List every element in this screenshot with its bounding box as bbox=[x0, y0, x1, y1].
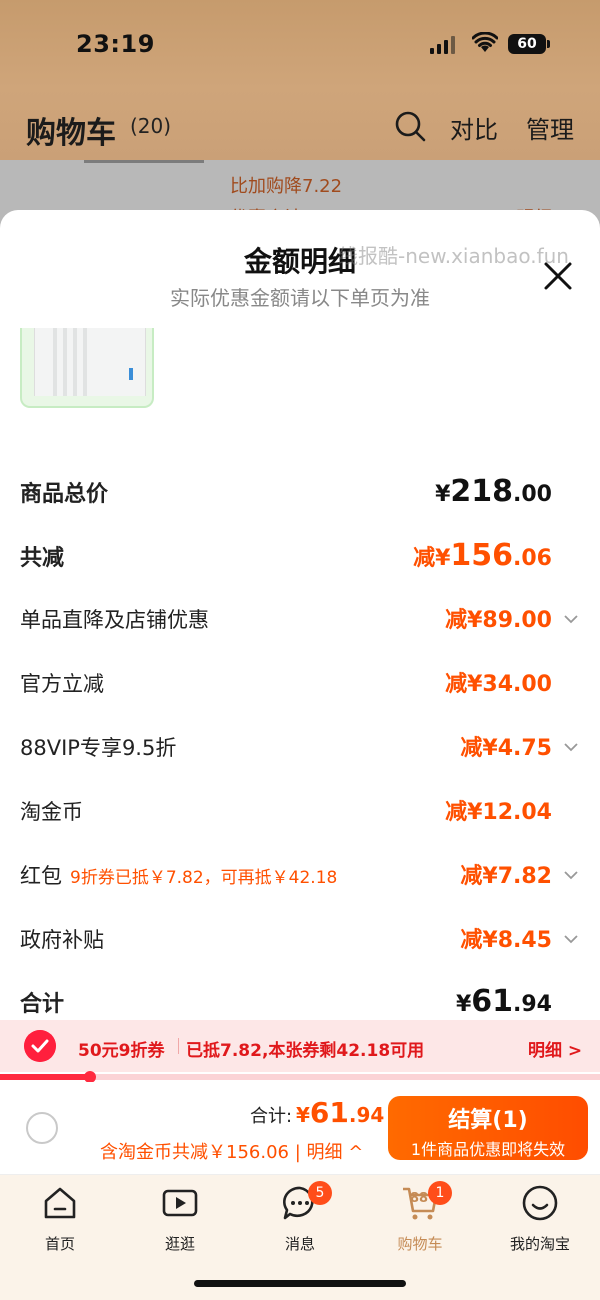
wifi-icon bbox=[472, 32, 498, 52]
row-amount: 减¥34.00 bbox=[445, 672, 552, 697]
cart-badge: 1 bbox=[428, 1181, 452, 1205]
watermark: 线报酷-new.xianbao.fun bbox=[338, 244, 569, 268]
row-amount: 减¥156.06 bbox=[413, 538, 552, 573]
status-time: 23:19 bbox=[76, 30, 155, 58]
row-total-price: 商品总价 ¥218.00 bbox=[20, 472, 580, 512]
tab-label: 逛逛 bbox=[164, 1235, 195, 1253]
message-badge: 5 bbox=[308, 1181, 332, 1205]
page-title: 购物车 bbox=[26, 116, 116, 151]
chevron-down-icon[interactable] bbox=[562, 866, 580, 884]
row-amount: ¥61.94 bbox=[455, 984, 552, 1019]
row-grand-total: 合计 ¥61.94 bbox=[20, 982, 580, 1022]
select-all-radio[interactable] bbox=[26, 1112, 58, 1144]
tab-profile[interactable]: 我的淘宝 bbox=[480, 1181, 600, 1253]
row-amount: ¥218.00 bbox=[435, 474, 552, 509]
checkout-bar: 合计: ¥61.94 含淘金币共减￥156.06 | 明细 ^ 结算(1) 1件… bbox=[0, 1082, 600, 1174]
row-label: 商品总价 bbox=[20, 482, 109, 507]
chevron-down-icon[interactable] bbox=[562, 610, 580, 628]
row-amount: 减¥4.75 bbox=[460, 736, 552, 761]
sum-value: ¥61.94 bbox=[296, 1096, 385, 1129]
compare-button[interactable]: 对比 bbox=[450, 110, 498, 145]
row-label: 88VIP专享9.5折 bbox=[20, 736, 177, 760]
row-vip-discount[interactable]: 88VIP专享9.5折 减¥4.75 bbox=[20, 728, 580, 768]
row-red-packet[interactable]: 红包 9折券已抵￥7.82，可再抵￥42.18 减¥7.82 bbox=[20, 856, 580, 896]
row-amount: 减¥7.82 bbox=[460, 864, 552, 889]
checkout-button[interactable]: 结算(1) 1件商品优惠即将失效 bbox=[388, 1096, 588, 1160]
sum-label: 合计: bbox=[250, 1106, 293, 1127]
video-icon bbox=[162, 1189, 198, 1217]
coupon-name: 50元9折券 bbox=[78, 1041, 165, 1061]
row-amount: 减¥89.00 bbox=[445, 608, 552, 633]
home-indicator bbox=[194, 1280, 406, 1287]
row-amount: 减¥8.45 bbox=[460, 928, 552, 953]
tab-browse[interactable]: 逛逛 bbox=[120, 1181, 240, 1253]
chevron-down-icon[interactable] bbox=[562, 930, 580, 948]
signal-icon bbox=[430, 36, 455, 54]
row-taojinbi: 淘金币 减¥12.04 bbox=[20, 792, 580, 832]
tab-home[interactable]: 首页 bbox=[0, 1181, 120, 1253]
battery-icon: 60 bbox=[508, 34, 550, 54]
home-icon bbox=[44, 1187, 76, 1219]
search-icon[interactable] bbox=[394, 110, 426, 142]
row-label: 单品直降及店铺优惠 bbox=[20, 608, 209, 632]
row-label: 共减 bbox=[20, 546, 65, 571]
progress-fill bbox=[0, 1074, 90, 1080]
tab-label: 消息 bbox=[284, 1235, 315, 1253]
tab-label: 我的淘宝 bbox=[509, 1235, 570, 1253]
coupon-progress bbox=[0, 1071, 600, 1083]
tab-messages[interactable]: 5 消息 bbox=[240, 1181, 360, 1253]
coupon-divider bbox=[178, 1038, 179, 1054]
coupon-bar[interactable]: 50元9折券 已抵7.82,本张券剩42.18可用 明细 > bbox=[0, 1020, 600, 1072]
chevron-down-icon[interactable] bbox=[562, 738, 580, 756]
background-divider bbox=[84, 160, 204, 163]
row-gov-subsidy[interactable]: 政府补贴 减¥8.45 bbox=[20, 920, 580, 960]
manage-button[interactable]: 管理 bbox=[526, 110, 574, 145]
sheet-subtitle: 实际优惠金额请以下单页为准 bbox=[170, 286, 430, 310]
tab-label: 首页 bbox=[44, 1235, 75, 1253]
checkout-button-sub: 1件商品优惠即将失效 bbox=[410, 1140, 566, 1159]
row-total-discount: 共减 减¥156.06 bbox=[20, 536, 580, 576]
row-amount: 减¥12.04 bbox=[445, 800, 552, 825]
close-icon[interactable] bbox=[540, 258, 576, 294]
checkout-button-label: 结算(1) bbox=[448, 1108, 528, 1133]
cart-count: (20) bbox=[130, 114, 172, 138]
amount-detail-sheet: 金额明细 线报酷-new.xianbao.fun 实际优惠金额请以下单页为准 商… bbox=[0, 210, 600, 1030]
top-header: 23:19 60 购物车 (20) 对比 管理 bbox=[0, 0, 600, 160]
coupon-detail: 已抵7.82,本张券剩42.18可用 bbox=[186, 1041, 425, 1061]
background-price-drop: 比加购降7.22 bbox=[230, 176, 343, 197]
row-shop-discount[interactable]: 单品直降及店铺优惠 减¥89.00 bbox=[20, 600, 580, 640]
row-official-discount: 官方立减 减¥34.00 bbox=[20, 664, 580, 704]
tab-cart[interactable]: 88 1 购物车 bbox=[360, 1181, 480, 1253]
discount-note[interactable]: 含淘金币共减￥156.06 | 明细 ^ bbox=[100, 1138, 363, 1164]
row-label: 合计 bbox=[20, 992, 65, 1017]
row-label: 红包 9折券已抵￥7.82，可再抵￥42.18 bbox=[20, 864, 338, 888]
red-packet-hint: 9折券已抵￥7.82，可再抵￥42.18 bbox=[70, 868, 338, 888]
profile-icon bbox=[522, 1185, 558, 1221]
product-thumbnail bbox=[20, 328, 154, 408]
tab-label: 购物车 bbox=[397, 1235, 443, 1253]
status-bar: 23:19 60 bbox=[0, 0, 600, 90]
check-icon[interactable] bbox=[24, 1030, 56, 1062]
row-label: 官方立减 bbox=[20, 672, 104, 696]
cart-icon-text: 88 bbox=[410, 1191, 429, 1206]
row-label: 政府补贴 bbox=[20, 928, 104, 952]
coupon-detail-link[interactable]: 明细 > bbox=[528, 1036, 582, 1061]
row-label: 淘金币 bbox=[20, 800, 83, 824]
